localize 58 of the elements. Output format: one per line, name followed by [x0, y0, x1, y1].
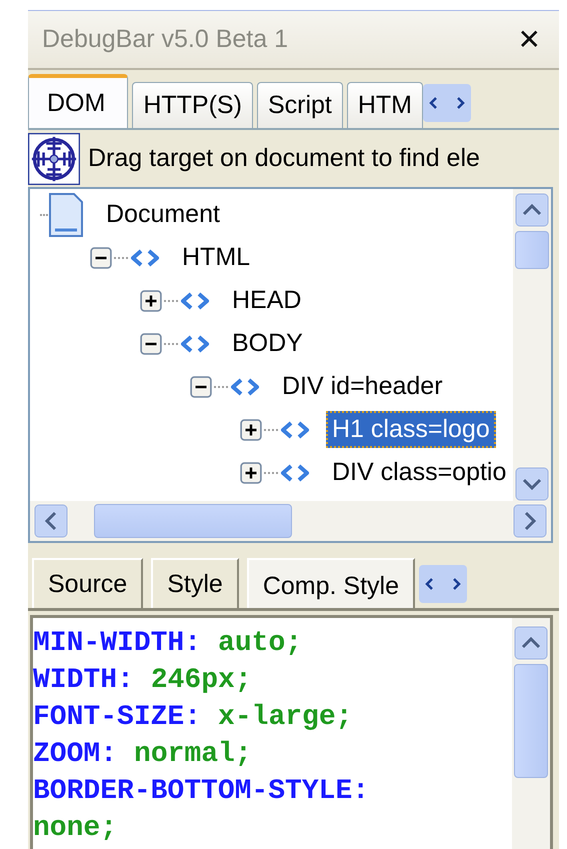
- angle-brackets-icon: [280, 464, 310, 482]
- css-value: none;: [33, 813, 118, 846]
- chevron-left-icon[interactable]: [424, 576, 435, 591]
- tab-scroll-buttons[interactable]: [423, 84, 471, 122]
- angle-brackets-icon: [180, 334, 210, 353]
- crosshair-target-icon[interactable]: [28, 132, 80, 185]
- tree-node[interactable]: HTML: [176, 239, 256, 276]
- collapse-icon[interactable]: [90, 246, 112, 269]
- css-property: MIN-WIDTH:: [33, 628, 202, 661]
- css-property: FONT-SIZE:: [33, 702, 202, 735]
- css-property: WIDTH:: [33, 665, 134, 698]
- chevron-up-icon[interactable]: [514, 626, 548, 660]
- css-value: x-large;: [218, 702, 352, 735]
- tab[interactable]: Comp. Style: [246, 558, 415, 608]
- tab[interactable]: Source: [32, 558, 144, 608]
- scrollbar-thumb[interactable]: [514, 664, 548, 778]
- vertical-scrollbar[interactable]: [512, 618, 550, 849]
- tree-node[interactable]: DIV id=header: [276, 368, 449, 406]
- chevron-right-icon[interactable]: [455, 96, 465, 110]
- angle-brackets-icon: [280, 420, 310, 439]
- horizontal-scrollbar[interactable]: [30, 501, 551, 542]
- tab[interactable]: DOM: [28, 74, 128, 128]
- chevron-left-icon[interactable]: [34, 504, 68, 538]
- tree-node[interactable]: HEAD: [226, 282, 308, 320]
- tab[interactable]: HTM: [346, 82, 423, 128]
- document-icon: [48, 192, 84, 238]
- tab[interactable]: HTTP(S): [132, 82, 253, 128]
- vertical-scrollbar[interactable]: [513, 189, 551, 502]
- angle-brackets-icon: [230, 378, 260, 396]
- window-title: DebugBar v5.0 Beta 1: [42, 24, 288, 54]
- chevron-up-icon[interactable]: [515, 193, 549, 228]
- chevron-right-icon[interactable]: [513, 504, 547, 538]
- tree-node[interactable]: Document: [100, 196, 226, 234]
- tree-node[interactable]: H1 class=logo: [326, 411, 496, 448]
- css-property: ZOOM:: [33, 739, 118, 772]
- css-value: auto;: [218, 628, 302, 661]
- angle-brackets-icon: [180, 292, 210, 310]
- tree-node[interactable]: DIV class=optio: [326, 454, 512, 492]
- hint-text: Drag target on document to find ele: [88, 144, 480, 174]
- tab[interactable]: Style: [151, 558, 239, 608]
- scrollbar-thumb[interactable]: [94, 504, 292, 538]
- expand-icon[interactable]: [240, 462, 262, 484]
- tab-scroll-buttons[interactable]: [418, 564, 467, 603]
- chevron-left-icon[interactable]: [429, 96, 439, 110]
- chevron-right-icon[interactable]: [450, 576, 461, 591]
- tree-node[interactable]: BODY: [226, 325, 309, 362]
- css-value: 246px;: [150, 665, 252, 698]
- expand-icon[interactable]: [140, 290, 162, 312]
- css-property: BORDER-BOTTOM-STYLE:: [33, 776, 370, 809]
- close-button[interactable]: ✕: [512, 22, 547, 56]
- scrollbar-thumb[interactable]: [515, 231, 549, 270]
- expand-icon[interactable]: [240, 418, 262, 441]
- tab[interactable]: Script: [256, 82, 343, 128]
- collapse-icon[interactable]: [140, 332, 162, 355]
- angle-brackets-icon: [130, 248, 160, 267]
- collapse-icon[interactable]: [190, 376, 212, 398]
- chevron-down-icon[interactable]: [515, 467, 549, 502]
- css-value: normal;: [134, 739, 252, 772]
